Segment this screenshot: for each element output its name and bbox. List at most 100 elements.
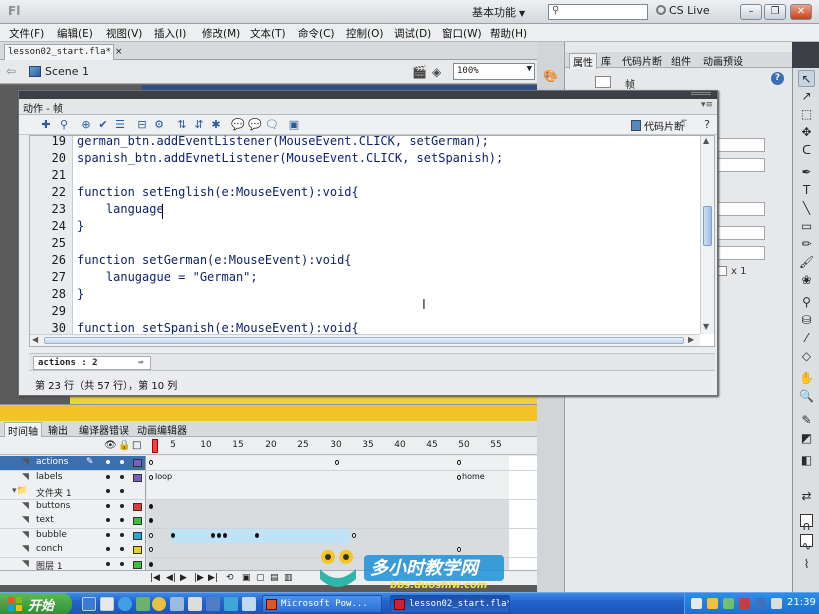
check-syntax-icon[interactable]: ✔ [96, 118, 110, 132]
taskbar-item-powerpoint[interactable]: Microsoft Pow... [262, 595, 382, 613]
eyedropper-tool-icon[interactable]: ⁄ [798, 330, 815, 347]
free-transform-tool-icon[interactable]: ⬚ [798, 106, 815, 123]
panel-grip-bar[interactable] [19, 91, 717, 99]
keyframe[interactable] [171, 532, 175, 538]
layer-name-cell[interactable]: ◥ bubble [0, 528, 146, 543]
keyframe[interactable] [149, 518, 153, 523]
lasso-tool-icon[interactable]: ᑕ [798, 142, 815, 159]
quick-launch-icon[interactable] [100, 597, 114, 611]
keyframe[interactable] [223, 532, 227, 538]
quick-launch-icon[interactable] [170, 597, 184, 611]
menu-control[interactable]: 控制(O) [346, 26, 383, 40]
scene-label[interactable]: Scene 1 [45, 65, 89, 78]
expand-all-icon[interactable]: ✱ [209, 118, 223, 132]
lock-toggle[interactable] [120, 474, 124, 479]
3d-rotation-tool-icon[interactable]: ✥ [798, 124, 815, 141]
frame-track[interactable]: loop home [147, 470, 509, 485]
hand-tool-icon[interactable]: ✋ [798, 370, 815, 387]
remove-comment-icon[interactable]: 🗨 [265, 118, 279, 132]
menu-window[interactable]: 窗口(W) [442, 26, 482, 40]
lock-icon[interactable]: 🔒 [118, 440, 130, 451]
property-field[interactable] [717, 138, 765, 152]
tab-timeline[interactable]: 时间轴 [4, 422, 42, 438]
layer-color-swatch[interactable] [133, 517, 142, 525]
visibility-toggle[interactable] [106, 561, 110, 566]
tab-properties[interactable]: 属性 [569, 53, 597, 69]
lock-toggle[interactable] [120, 460, 124, 464]
menu-insert[interactable]: 插入(I) [154, 26, 186, 40]
collapse-selection-icon[interactable]: ⇵ [192, 118, 206, 132]
maximize-button[interactable]: ❐ [764, 4, 786, 20]
script-tab[interactable]: actions : 2 ⊸ [33, 356, 151, 370]
menu-edit[interactable]: 编辑(E) [57, 26, 93, 40]
keyframe[interactable] [457, 474, 461, 480]
keyframe[interactable] [211, 532, 215, 538]
horizontal-scrollbar[interactable]: ◀ ▶ [30, 334, 700, 346]
edit-multiple-frames-icon[interactable]: ▤ [270, 573, 279, 583]
outline-icon[interactable]: □ [132, 440, 141, 451]
keyframe[interactable] [149, 547, 153, 552]
bone-tool-icon[interactable]: ⚲ [798, 294, 815, 311]
add-statement-icon[interactable]: ✚ [39, 118, 53, 132]
show-hide-toolbox-icon[interactable]: ▣ [287, 118, 301, 132]
tray-icon[interactable] [755, 598, 766, 609]
frame-track[interactable] [147, 514, 509, 528]
find-icon[interactable]: ⚲ [57, 118, 71, 132]
layer-row[interactable]: ◥ actions ✎ [0, 456, 537, 471]
brush-tool-icon[interactable]: 🖌 [798, 254, 815, 271]
line-tool-icon[interactable]: ╲ [798, 200, 815, 217]
insert-target-path-icon[interactable]: ⊕ [79, 118, 93, 132]
minimize-button[interactable]: – [740, 4, 762, 20]
tab-components[interactable]: 组件 [671, 53, 691, 68]
selection-tool-icon[interactable]: ↖ [798, 70, 815, 87]
keyframe[interactable] [352, 532, 356, 538]
pencil-tool-icon[interactable]: ✏ [798, 236, 815, 253]
frame-track[interactable] [147, 499, 509, 514]
black-white-icon[interactable]: ◧ [798, 452, 815, 469]
layer-row[interactable]: ◥ bubble [0, 528, 537, 543]
straighten-icon[interactable]: ⌇ [798, 556, 815, 573]
keyframe[interactable] [335, 460, 339, 465]
clock[interactable]: 21:39 [787, 597, 816, 608]
layer-name-cell[interactable]: ◥ conch [0, 543, 146, 557]
tab-motion-editor[interactable]: 动画编辑器 [137, 422, 187, 437]
menu-modify[interactable]: 修改(M) [202, 26, 240, 40]
debug-options-icon[interactable]: ⚙ [152, 118, 166, 132]
layer-color-swatch[interactable] [133, 459, 142, 467]
start-button[interactable]: 开始 [0, 593, 72, 614]
vertical-scrollbar[interactable]: ▲ ▼ [700, 136, 714, 334]
keyframe[interactable] [149, 503, 153, 509]
subselection-tool-icon[interactable]: ↗ [798, 88, 815, 105]
swap-colors-icon[interactable]: ⇄ [798, 488, 815, 505]
cs-live-button[interactable]: CS Live [656, 4, 726, 20]
keyframe[interactable] [255, 532, 259, 538]
lock-toggle[interactable] [120, 489, 124, 493]
go-to-last-frame-icon[interactable]: ▶| [208, 573, 218, 583]
quick-launch-icon[interactable] [152, 597, 166, 611]
onion-skin-icon[interactable]: ▣ [242, 573, 251, 583]
lock-toggle[interactable] [120, 503, 124, 508]
menu-commands[interactable]: 命令(C) [298, 26, 335, 40]
quick-launch-icon[interactable] [188, 597, 202, 611]
menu-file[interactable]: 文件(F) [9, 26, 44, 40]
property-field[interactable] [717, 246, 765, 260]
step-back-icon[interactable]: ◀| [166, 573, 176, 583]
keyframe[interactable] [217, 532, 221, 538]
visibility-toggle[interactable] [106, 474, 110, 479]
quick-launch-icon[interactable] [136, 597, 150, 611]
close-tab-icon[interactable]: × [115, 47, 123, 57]
layer-name-cell[interactable]: ◥ actions ✎ [0, 456, 146, 470]
tab-compiler-errors[interactable]: 编译器错误 [79, 422, 129, 437]
menu-debug[interactable]: 调试(D) [394, 26, 431, 40]
playhead[interactable] [152, 439, 158, 453]
help-search-input[interactable]: ⚲ [548, 4, 648, 20]
document-tab[interactable]: lesson02_start.fla* × [4, 44, 123, 60]
visibility-toggle[interactable] [106, 532, 110, 537]
workspace-switcher[interactable]: 基本功能 ▼ [472, 4, 544, 20]
stroke-color-icon[interactable]: ✎ [798, 412, 815, 429]
eye-icon[interactable]: 👁 [104, 440, 117, 451]
lock-toggle[interactable] [120, 547, 124, 551]
collapse-between-braces-icon[interactable]: ⇅ [175, 118, 189, 132]
scroll-thumb[interactable] [703, 206, 712, 246]
close-button[interactable]: ✕ [790, 4, 812, 20]
